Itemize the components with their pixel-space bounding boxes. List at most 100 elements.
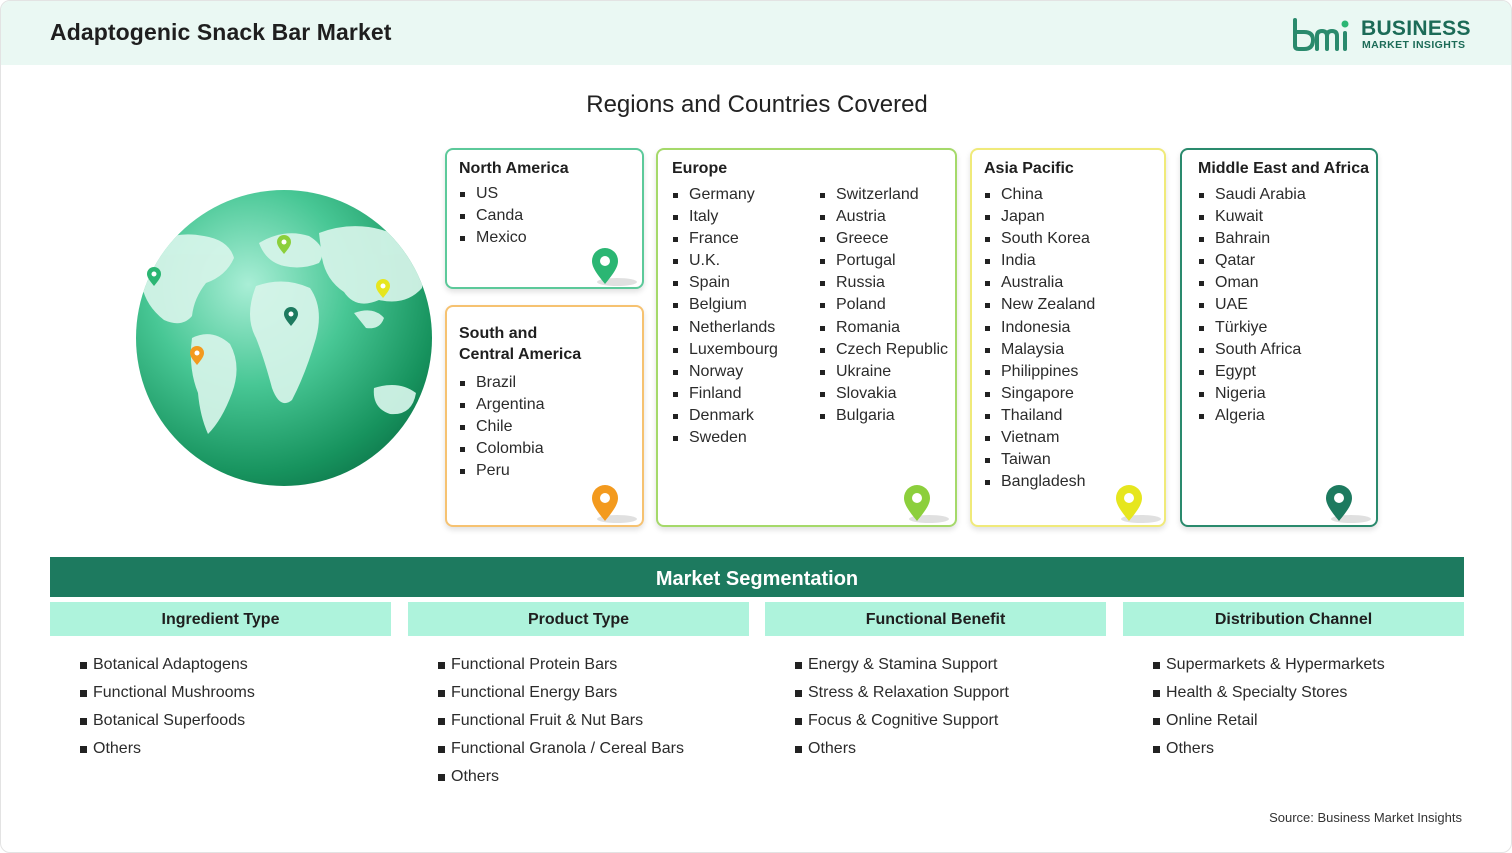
list-item: Colombia xyxy=(459,438,545,460)
list-item: Australia xyxy=(984,272,1095,294)
list-item: UAE xyxy=(1198,294,1306,316)
list-item: Botanical Adaptogens xyxy=(80,653,255,681)
list-item: Brazil xyxy=(459,372,545,394)
list-item: Bahrain xyxy=(1198,228,1306,250)
list-item: Algeria xyxy=(1198,405,1306,427)
list-item: Philippines xyxy=(984,361,1095,383)
country-list-col2: Switzerland Austria Greece Portugal Russ… xyxy=(819,184,948,427)
list-item: France xyxy=(672,228,778,250)
list-item: Others xyxy=(438,765,684,793)
map-pin-icon xyxy=(592,248,637,286)
list-item: New Zealand xyxy=(984,294,1095,316)
list-item: Chile xyxy=(459,416,545,438)
list-item: Slovakia xyxy=(819,383,948,405)
list-item: Mexico xyxy=(459,227,527,249)
list-item: Supermarkets & Hypermarkets xyxy=(1153,653,1385,681)
country-list: US Canda Mexico xyxy=(459,183,527,249)
list-item: Switzerland xyxy=(819,184,948,206)
list-item: Stress & Relaxation Support xyxy=(795,681,1009,709)
list-item: Functional Granola / Cereal Bars xyxy=(438,737,684,765)
list-item: Vietnam xyxy=(984,427,1095,449)
list-item: Taiwan xyxy=(984,449,1095,471)
region-title: Asia Pacific xyxy=(984,160,1074,177)
segment-list-functional-benefit: Energy & Stamina Support Stress & Relaxa… xyxy=(795,653,1009,765)
list-item: India xyxy=(984,250,1095,272)
region-card-europe: Europe Germany Italy France U.K. Spain B… xyxy=(656,148,957,527)
list-item: China xyxy=(984,184,1095,206)
list-item: Peru xyxy=(459,460,545,482)
brand-logo[interactable]: BUSINESS MARKET INSIGHTS xyxy=(1291,16,1470,52)
map-pin-icon xyxy=(1326,485,1371,523)
list-item: U.K. xyxy=(672,250,778,272)
list-item: Türkiye xyxy=(1198,317,1306,339)
list-item: Oman xyxy=(1198,272,1306,294)
list-item: Qatar xyxy=(1198,250,1306,272)
list-item: South Africa xyxy=(1198,339,1306,361)
list-item: Others xyxy=(1153,737,1385,765)
country-list: China Japan South Korea India Australia … xyxy=(984,184,1095,493)
list-item: Thailand xyxy=(984,405,1095,427)
list-item: Netherlands xyxy=(672,317,778,339)
segment-heading-distribution-channel: Distribution Channel xyxy=(1123,602,1464,636)
source-note: Source: Business Market Insights xyxy=(1269,810,1462,825)
segment-heading-functional-benefit: Functional Benefit xyxy=(765,602,1106,636)
list-item: Sweden xyxy=(672,427,778,449)
segment-list-product-type: Functional Protein Bars Functional Energ… xyxy=(438,653,684,793)
header-bar: Adaptogenic Snack Bar Market BUSINESS MA… xyxy=(1,1,1511,65)
country-list: Brazil Argentina Chile Colombia Peru xyxy=(459,372,545,482)
list-item: Czech Republic xyxy=(819,339,948,361)
list-item: Focus & Cognitive Support xyxy=(795,709,1009,737)
list-item: Botanical Superfoods xyxy=(80,709,255,737)
logo-text-business: BUSINESS xyxy=(1361,17,1471,40)
market-segmentation-title: Market Segmentation xyxy=(50,557,1464,597)
page-title: Adaptogenic Snack Bar Market xyxy=(50,19,392,45)
region-title: Middle East and Africa xyxy=(1198,160,1369,177)
list-item: Bulgaria xyxy=(819,405,948,427)
list-item: US xyxy=(459,183,527,205)
region-title-line1: South and xyxy=(459,325,538,342)
list-item: Singapore xyxy=(984,383,1095,405)
list-item: Finland xyxy=(672,383,778,405)
country-list: Saudi Arabia Kuwait Bahrain Qatar Oman U… xyxy=(1198,184,1306,427)
map-pin-icon xyxy=(592,485,637,523)
list-item: Argentina xyxy=(459,394,545,416)
list-item: Indonesia xyxy=(984,317,1095,339)
list-item: Nigeria xyxy=(1198,383,1306,405)
list-item: Ukraine xyxy=(819,361,948,383)
list-item: Belgium xyxy=(672,294,778,316)
list-item: Egypt xyxy=(1198,361,1306,383)
map-pin-icon xyxy=(904,485,949,523)
region-title: South and Central America xyxy=(459,323,581,365)
list-item: Functional Energy Bars xyxy=(438,681,684,709)
country-list-col1: Germany Italy France U.K. Spain Belgium … xyxy=(672,184,778,449)
list-item: Romania xyxy=(819,317,948,339)
globe-icon xyxy=(136,190,432,486)
region-card-middle-east-africa: Middle East and Africa Saudi Arabia Kuwa… xyxy=(1180,148,1378,527)
list-item: Saudi Arabia xyxy=(1198,184,1306,206)
region-title-line2: Central America xyxy=(459,346,582,363)
list-item: Poland xyxy=(819,294,948,316)
list-item: Norway xyxy=(672,361,778,383)
list-item: Energy & Stamina Support xyxy=(795,653,1009,681)
map-pin-icon xyxy=(1116,485,1161,523)
list-item: Functional Mushrooms xyxy=(80,681,255,709)
list-item: South Korea xyxy=(984,228,1095,250)
list-item: Health & Specialty Stores xyxy=(1153,681,1385,709)
segment-list-ingredient-type: Botanical Adaptogens Functional Mushroom… xyxy=(80,653,255,765)
region-title: North America xyxy=(459,160,569,177)
list-item: Online Retail xyxy=(1153,709,1385,737)
list-item: Canda xyxy=(459,205,527,227)
list-item: Germany xyxy=(672,184,778,206)
list-item: Austria xyxy=(819,206,948,228)
region-card-south-central-america: South and Central America Brazil Argenti… xyxy=(445,305,644,527)
bmi-logo-icon xyxy=(1293,18,1349,51)
segment-heading-ingredient-type: Ingredient Type xyxy=(50,602,391,636)
list-item: Greece xyxy=(819,228,948,250)
list-item: Functional Fruit & Nut Bars xyxy=(438,709,684,737)
list-item: Luxembourg xyxy=(672,339,778,361)
regions-title: Regions and Countries Covered xyxy=(586,91,928,118)
list-item: Japan xyxy=(984,206,1095,228)
region-title: Europe xyxy=(672,160,728,177)
list-item: Malaysia xyxy=(984,339,1095,361)
segment-heading-product-type: Product Type xyxy=(408,602,749,636)
